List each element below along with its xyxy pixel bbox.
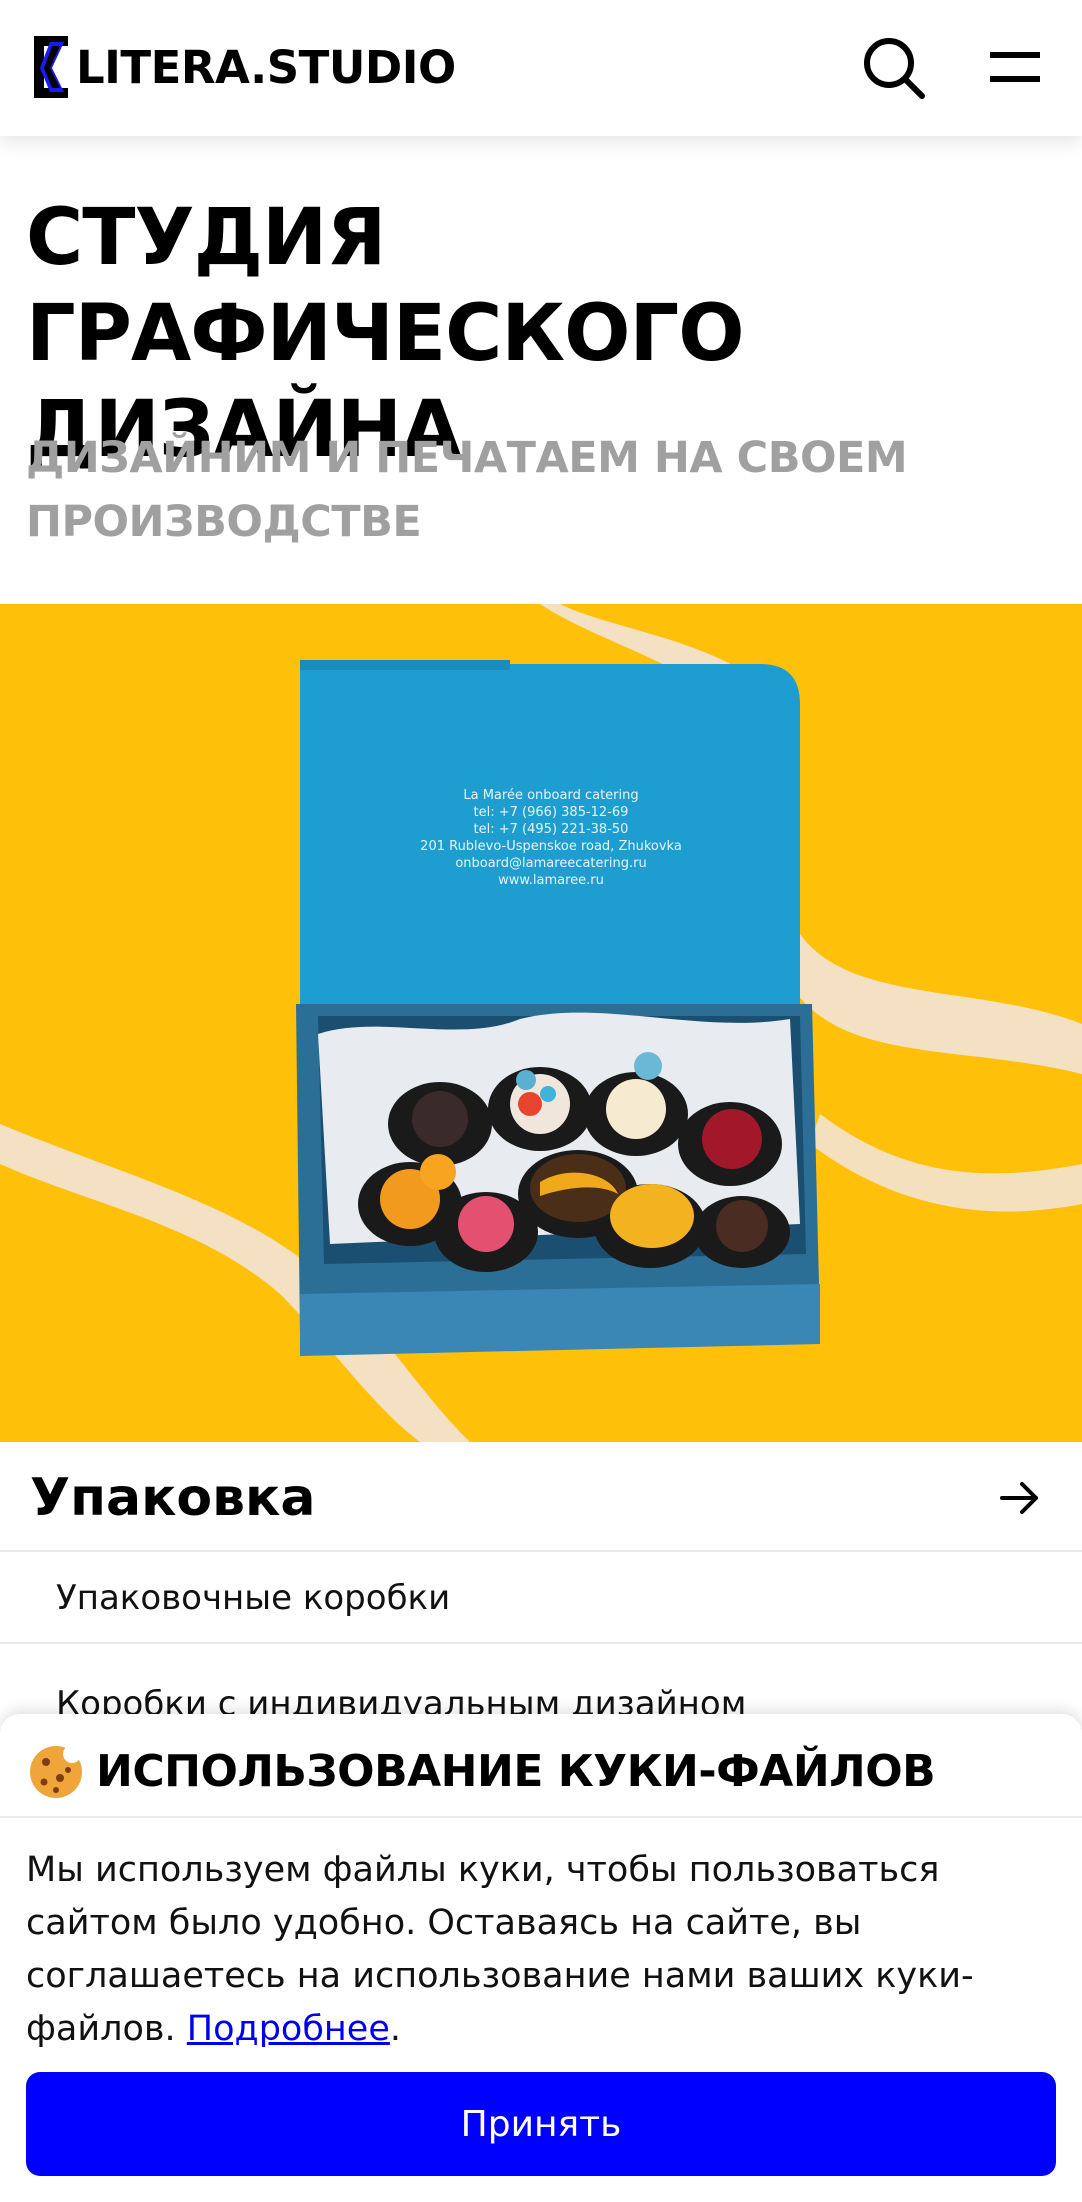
cookie-banner: Использование куки-файлов Мы используем …	[0, 1714, 1082, 2202]
logo[interactable]: LITERA.STUDIO	[28, 32, 456, 102]
box-print-line3: tel: +7 (495) 221-38-50	[474, 822, 629, 837]
subcategory-label: Упаковочные коробки	[56, 1578, 451, 1618]
cookie-title: Использование куки-файлов	[96, 1746, 936, 1797]
site-header: LITERA.STUDIO	[0, 0, 1082, 136]
logo-text: LITERA.STUDIO	[76, 40, 456, 94]
cookie-text-end: .	[389, 2009, 402, 2049]
page-subtitle: Дизайним и печатаем на своем производств…	[26, 433, 908, 547]
cookie-banner-header: Использование куки-файлов	[0, 1714, 1082, 1818]
box-print-line1: La Marée onboard catering	[463, 788, 638, 803]
category-title: Упаковка	[30, 1468, 316, 1528]
hero-image[interactable]: La Marée onboard catering tel: +7 (966) …	[0, 604, 1082, 1442]
search-icon	[864, 38, 925, 99]
cookie-text: Мы используем файлы куки, чтобы пользова…	[26, 1844, 1046, 2056]
category-header-packaging[interactable]: Упаковка	[0, 1442, 1082, 1552]
hamburger-menu-icon	[990, 52, 1040, 82]
box-print-line5: onboard@lamareecatering.ru	[455, 856, 646, 871]
search-button[interactable]	[862, 36, 926, 100]
subcategory-item[interactable]: Упаковочные коробки	[0, 1552, 1082, 1644]
cookie-icon	[30, 1745, 82, 1798]
logo-mark-icon	[34, 36, 68, 98]
box-print-line6: www.lamaree.ru	[498, 873, 604, 888]
box-print-line4: 201 Rublevo-Uspenskoe road, Zhukovka	[420, 839, 682, 854]
cookie-more-link[interactable]: Подробнее	[187, 2009, 390, 2049]
product-photo: La Marée onboard catering tel: +7 (966) …	[0, 604, 1082, 1442]
accept-cookies-button[interactable]: Принять	[26, 2072, 1056, 2176]
cookie-body-text: Мы используем файлы куки, чтобы пользова…	[26, 1850, 974, 2049]
menu-button[interactable]	[990, 48, 1040, 88]
box-print-line2: tel: +7 (966) 385-12-69	[474, 805, 629, 820]
arrow-right-icon	[1000, 1482, 1038, 1514]
